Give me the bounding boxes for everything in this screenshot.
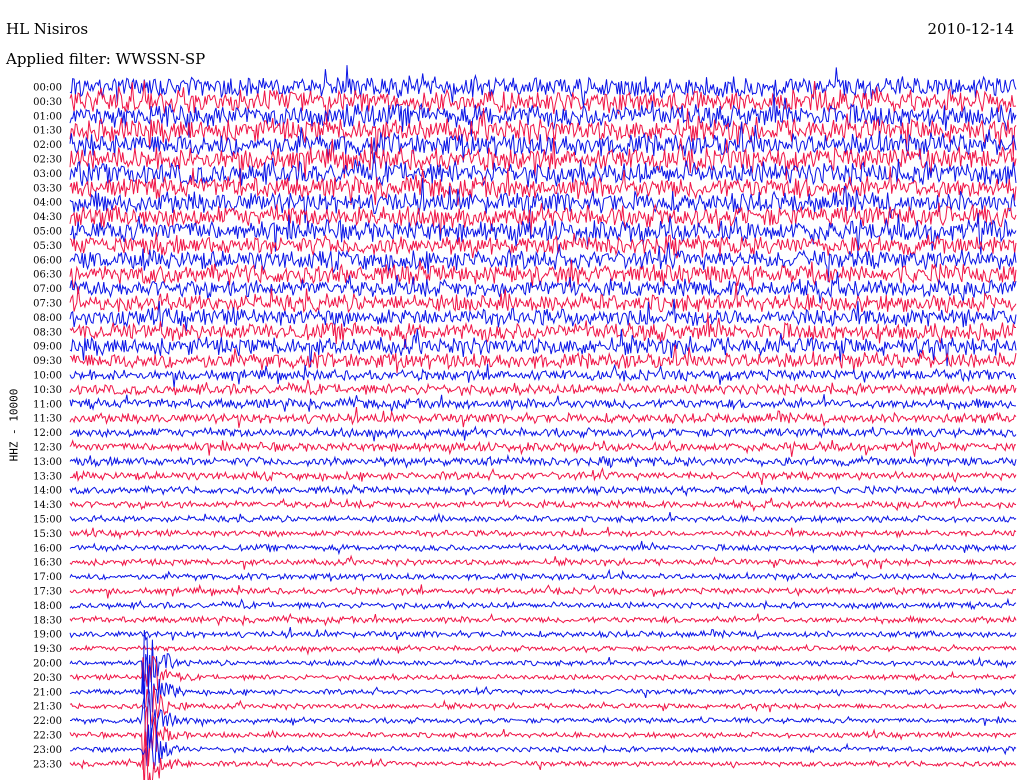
time-label: 10:00	[33, 371, 62, 382]
time-label: 14:00	[33, 486, 62, 497]
time-label: 09:30	[33, 356, 62, 367]
trace-line	[69, 511, 1017, 524]
time-label: 22:00	[33, 716, 62, 727]
trace-line	[69, 612, 1017, 627]
time-label: 18:00	[33, 601, 62, 612]
trace-line	[69, 394, 1016, 412]
time-label: 13:30	[33, 471, 62, 482]
time-label: 16:00	[33, 543, 62, 554]
trace-line	[69, 439, 1017, 457]
time-label: 07:30	[33, 299, 62, 310]
trace-group	[69, 65, 1017, 780]
time-label: 04:00	[33, 198, 62, 209]
time-label: 01:00	[33, 111, 62, 122]
trace-line	[69, 626, 1017, 641]
time-label: 19:00	[33, 630, 62, 641]
time-label: 05:00	[33, 227, 62, 238]
time-label: 15:00	[33, 515, 62, 526]
time-label: 23:30	[33, 759, 62, 770]
time-label: 06:30	[33, 270, 62, 281]
time-label: 13:00	[33, 457, 62, 468]
trace-line	[69, 407, 1017, 428]
trace-line	[69, 453, 1017, 469]
time-label: 12:00	[33, 428, 62, 439]
trace-line	[69, 344, 1017, 374]
time-label: 19:30	[33, 644, 62, 655]
time-label: 17:00	[33, 572, 62, 583]
time-label: 05:30	[33, 241, 62, 252]
time-label: 20:30	[33, 673, 62, 684]
time-label: 09:00	[33, 342, 62, 353]
trace-line	[69, 425, 1017, 442]
trace-line	[69, 483, 1017, 498]
trace-line	[69, 643, 1017, 656]
helicorder-plot: 00:00 00:30 01:00 01:30 02:00 02:30 03:00 03:30…	[33, 65, 1017, 780]
time-label: 04:30	[33, 212, 62, 223]
time-label: 06:00	[33, 255, 62, 266]
trace-line	[69, 568, 1017, 583]
time-label: 16:30	[33, 558, 62, 569]
time-label: 22:30	[33, 731, 62, 742]
time-label: 15:30	[33, 529, 62, 540]
trace-line	[69, 497, 1017, 513]
time-label: 02:00	[33, 140, 62, 151]
time-label: 02:30	[33, 155, 62, 166]
time-label: 18:30	[33, 615, 62, 626]
time-label: 01:30	[33, 126, 62, 137]
time-label: 17:30	[33, 587, 62, 598]
time-label: 08:00	[33, 313, 62, 324]
time-label: 08:30	[33, 327, 62, 338]
trace-line	[69, 467, 1017, 485]
time-label: 11:00	[33, 399, 62, 410]
time-label: 03:00	[33, 169, 62, 180]
trace-line	[69, 731, 1017, 780]
time-label: 12:30	[33, 443, 62, 454]
time-label: 11:30	[33, 414, 62, 425]
time-label: 03:30	[33, 183, 62, 194]
trace-line	[69, 379, 1017, 397]
trace-line	[69, 583, 1017, 599]
time-labels: 00:00 00:30 01:00 01:30 02:00 02:30 03:00 03:30…	[33, 83, 62, 771]
trace-line	[69, 90, 1017, 138]
time-label: 00:00	[33, 83, 62, 94]
time-label: 23:00	[33, 745, 62, 756]
trace-line	[69, 540, 1017, 556]
trace-line	[69, 630, 1017, 695]
time-label: 21:30	[33, 702, 62, 713]
time-label: 21:00	[33, 687, 62, 698]
trace-line	[69, 526, 1017, 540]
trace-line	[69, 554, 1017, 570]
time-label: 14:30	[33, 500, 62, 511]
time-label: 07:00	[33, 284, 62, 295]
trace-line	[69, 597, 1017, 611]
time-label: 00:30	[33, 97, 62, 108]
time-label: 20:00	[33, 659, 62, 670]
time-label: 10:30	[33, 385, 62, 396]
